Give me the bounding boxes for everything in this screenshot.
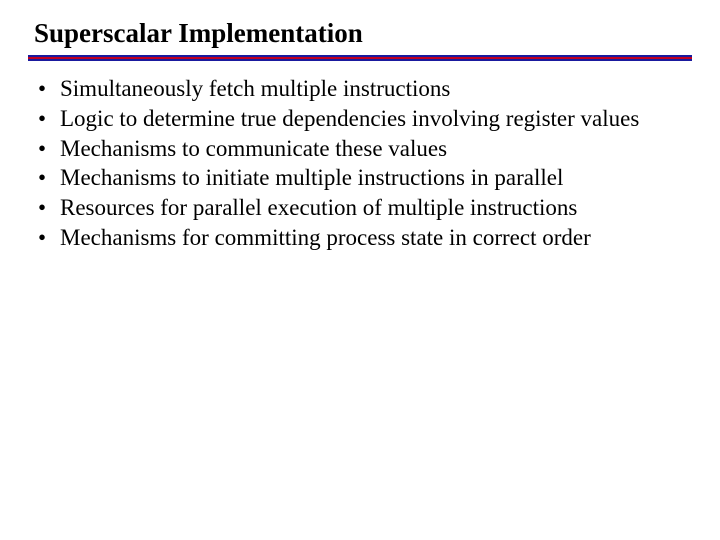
- divider-line-blue-bottom: [28, 59, 692, 61]
- list-item: Mechanisms to initiate multiple instruct…: [34, 164, 692, 193]
- list-item: Logic to determine true dependencies inv…: [34, 105, 692, 134]
- list-item: Mechanisms to communicate these values: [34, 135, 692, 164]
- title-divider: [28, 55, 692, 61]
- list-item: Mechanisms for committing process state …: [34, 224, 692, 253]
- list-item: Simultaneously fetch multiple instructio…: [34, 75, 692, 104]
- slide-title: Superscalar Implementation: [34, 18, 692, 49]
- slide-body: Simultaneously fetch multiple instructio…: [28, 75, 692, 253]
- bullet-list: Simultaneously fetch multiple instructio…: [34, 75, 692, 253]
- list-item: Resources for parallel execution of mult…: [34, 194, 692, 223]
